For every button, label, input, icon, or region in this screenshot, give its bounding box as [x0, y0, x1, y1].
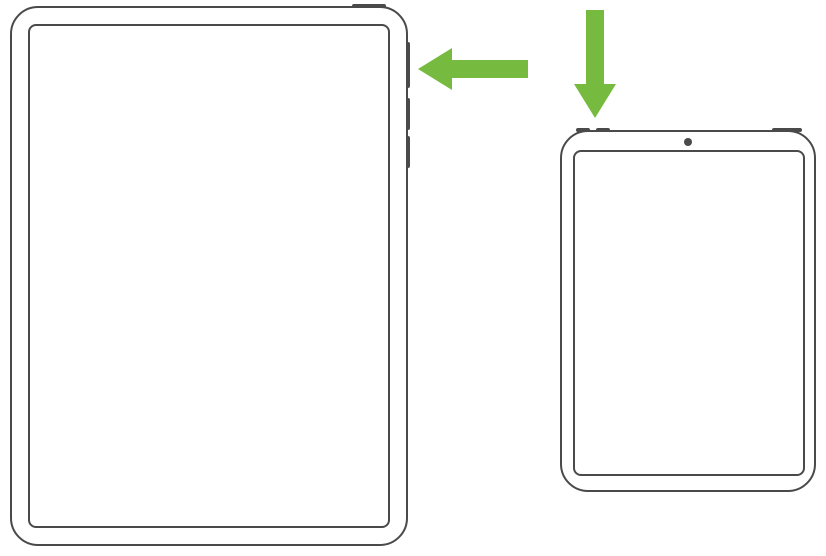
volume-up-large [406, 98, 410, 130]
side-button-large [406, 42, 410, 88]
diagram-canvas [0, 0, 826, 556]
volume-down-large [406, 136, 410, 168]
volume-up-small [576, 128, 590, 132]
screen-small [573, 150, 805, 476]
screen-large [28, 24, 390, 528]
front-camera-icon [684, 138, 692, 146]
top-button-small [772, 128, 802, 132]
top-button-large [352, 4, 386, 8]
arrow-left-icon [418, 44, 528, 94]
arrow-down-icon [570, 10, 620, 118]
ipad-large [10, 6, 408, 546]
ipad-small [560, 130, 816, 492]
volume-down-small [596, 128, 610, 132]
